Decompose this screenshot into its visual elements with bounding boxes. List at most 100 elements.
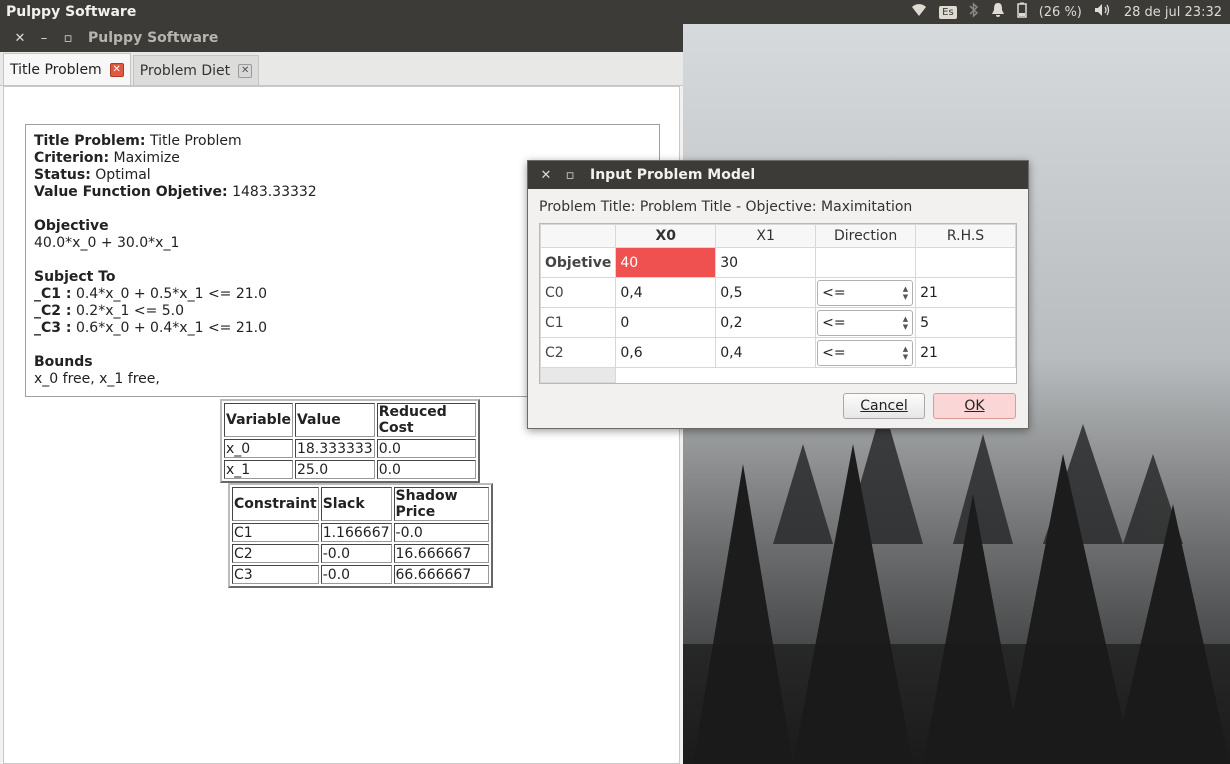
- direction-spinner[interactable]: <= ▲ ▼: [817, 279, 914, 306]
- wifi-icon[interactable]: [911, 3, 927, 21]
- status-label: Status:: [34, 167, 91, 183]
- table-cell: -0.0: [393, 523, 489, 542]
- direction-value: <=: [822, 314, 846, 331]
- table-row: C1 1.166667 -0.0: [232, 523, 489, 542]
- status-value: Optimal: [95, 167, 151, 183]
- objective-value-label: Value Function Objetive:: [34, 184, 228, 200]
- column-header: Variable: [224, 403, 293, 437]
- indicator-area: Es (26 %) 28 de jul 23:32: [911, 0, 1222, 24]
- cell-objective-x1[interactable]: 30: [715, 247, 817, 278]
- grid-footer-row: [539, 367, 1016, 383]
- grid-corner: [539, 367, 617, 383]
- dialog-titlebar: ✕ ▫ Input Problem Model: [528, 161, 1028, 189]
- input-problem-model-dialog: ✕ ▫ Input Problem Model Problem Title: P…: [527, 160, 1029, 429]
- grid-corner-header: [539, 224, 617, 248]
- notification-bell-icon[interactable]: [991, 2, 1005, 22]
- cell-c2-x1[interactable]: 0,4: [715, 337, 817, 368]
- table-row: x_0 18.333333 0.0: [224, 439, 476, 458]
- table-cell: -0.0: [320, 565, 392, 584]
- bounds-heading: Bounds: [34, 354, 93, 370]
- tab-label: Title Problem: [10, 61, 102, 78]
- cancel-button-label: Cancel: [860, 398, 908, 414]
- row-header[interactable]: Objetive: [539, 247, 617, 278]
- problem-heading: Problem Title: Problem Title - Objective…: [539, 199, 913, 215]
- table-cell: 66.666667: [393, 565, 489, 584]
- tab-title-problem[interactable]: Title Problem ✕: [3, 53, 131, 85]
- table-cell: 0.0: [376, 460, 476, 479]
- row-header[interactable]: C0: [539, 277, 617, 308]
- cell-c0-direction[interactable]: <= ▲ ▼: [815, 277, 917, 308]
- grid-row-c2: C2 0,6 0,4 <= ▲ ▼ 21: [539, 337, 1016, 368]
- cell-c2-direction[interactable]: <= ▲ ▼: [815, 337, 917, 368]
- table-cell: C2: [232, 544, 319, 563]
- cell-c0-x1[interactable]: 0,5: [715, 277, 817, 308]
- table-cell: C1: [232, 523, 319, 542]
- table-cell: 1.166667: [320, 523, 392, 542]
- cell-objective-rhs[interactable]: [915, 247, 1016, 278]
- spinner-arrows-icon[interactable]: ▲ ▼: [903, 315, 908, 331]
- direction-spinner[interactable]: <= ▲ ▼: [817, 309, 914, 336]
- maximize-window-icon[interactable]: ▫: [56, 31, 80, 46]
- main-window-titlebar: ✕ – ▫ Pulppy Software: [0, 24, 683, 52]
- tab-problem-diet[interactable]: Problem Diet ✕: [132, 55, 260, 85]
- grid-header-row: X0 X1 Direction R.H.S: [539, 224, 1016, 248]
- row-header[interactable]: C1: [539, 307, 617, 338]
- table-cell: 18.333333: [294, 439, 375, 458]
- table-cell: 16.666667: [393, 544, 489, 563]
- table-row: C3 -0.0 66.666667: [232, 565, 489, 584]
- cell-c1-rhs[interactable]: 5: [915, 307, 1016, 338]
- constraint-name: _C3 :: [34, 320, 72, 336]
- constraints-table: Constraint Slack Shadow Price C1 1.16666…: [228, 483, 493, 588]
- tab-bar: Title Problem ✕ Problem Diet ✕: [0, 52, 683, 86]
- direction-value: <=: [822, 344, 846, 361]
- tab-label: Problem Diet: [139, 62, 231, 79]
- model-input-grid[interactable]: X0 X1 Direction R.H.S Objetive 40 30 C0 …: [539, 223, 1017, 384]
- table-row: x_1 25.0 0.0: [224, 460, 476, 479]
- maximize-dialog-icon[interactable]: ▫: [558, 168, 582, 183]
- cell-c1-x0[interactable]: 0: [615, 307, 717, 338]
- keyboard-layout-indicator[interactable]: Es: [939, 5, 957, 19]
- table-header-row: Constraint Slack Shadow Price: [232, 487, 489, 521]
- row-header[interactable]: C2: [539, 337, 617, 368]
- ok-button[interactable]: OK: [933, 393, 1016, 419]
- column-header: Value: [294, 403, 375, 437]
- grid-row-objective: Objetive 40 30: [539, 247, 1016, 278]
- column-header-x0[interactable]: X0: [615, 224, 717, 248]
- column-header-x1[interactable]: X1: [715, 224, 817, 248]
- column-header-rhs[interactable]: R.H.S: [915, 224, 1016, 248]
- battery-percentage: (26 %): [1038, 4, 1082, 20]
- cell-objective-x0[interactable]: 40: [615, 247, 717, 278]
- volume-icon[interactable]: [1094, 3, 1112, 21]
- close-tab-icon[interactable]: ✕: [109, 62, 124, 77]
- clock[interactable]: 28 de jul 23:32: [1124, 5, 1222, 20]
- cell-c0-rhs[interactable]: 21: [915, 277, 1016, 308]
- battery-icon[interactable]: [1016, 2, 1027, 22]
- cell-c1-x1[interactable]: 0,2: [715, 307, 817, 338]
- constraint-name: _C2 :: [34, 303, 72, 319]
- direction-spinner[interactable]: <= ▲ ▼: [817, 339, 914, 366]
- bluetooth-icon[interactable]: [969, 2, 979, 22]
- table-cell: C3: [232, 565, 319, 584]
- subject-to-heading: Subject To: [34, 269, 116, 285]
- spinner-arrows-icon[interactable]: ▲ ▼: [903, 345, 908, 361]
- close-tab-icon[interactable]: ✕: [238, 63, 253, 78]
- spinner-arrows-icon[interactable]: ▲ ▼: [903, 285, 908, 301]
- active-app-title: Pulppy Software: [6, 4, 137, 20]
- column-header-direction[interactable]: Direction: [815, 224, 917, 248]
- cell-objective-direction[interactable]: [815, 247, 917, 278]
- constraint-expression: 0.4*x_0 + 0.5*x_1 <= 21.0: [75, 286, 268, 302]
- cell-c1-direction[interactable]: <= ▲ ▼: [815, 307, 917, 338]
- cell-c0-x0[interactable]: 0,4: [615, 277, 717, 308]
- minimize-window-icon[interactable]: –: [32, 31, 56, 46]
- close-window-icon[interactable]: ✕: [8, 31, 32, 46]
- criterion-label: Criterion:: [34, 150, 110, 166]
- cell-c2-rhs[interactable]: 21: [915, 337, 1016, 368]
- column-header: Constraint: [232, 487, 319, 521]
- close-dialog-icon[interactable]: ✕: [534, 168, 558, 183]
- table-row: C2 -0.0 16.666667: [232, 544, 489, 563]
- cell-c2-x0[interactable]: 0,6: [615, 337, 717, 368]
- objective-heading: Objective: [34, 218, 109, 234]
- constraint-expression: 0.2*x_1 <= 5.0: [75, 303, 185, 319]
- table-cell: x_0: [224, 439, 293, 458]
- cancel-button[interactable]: Cancel: [843, 393, 925, 419]
